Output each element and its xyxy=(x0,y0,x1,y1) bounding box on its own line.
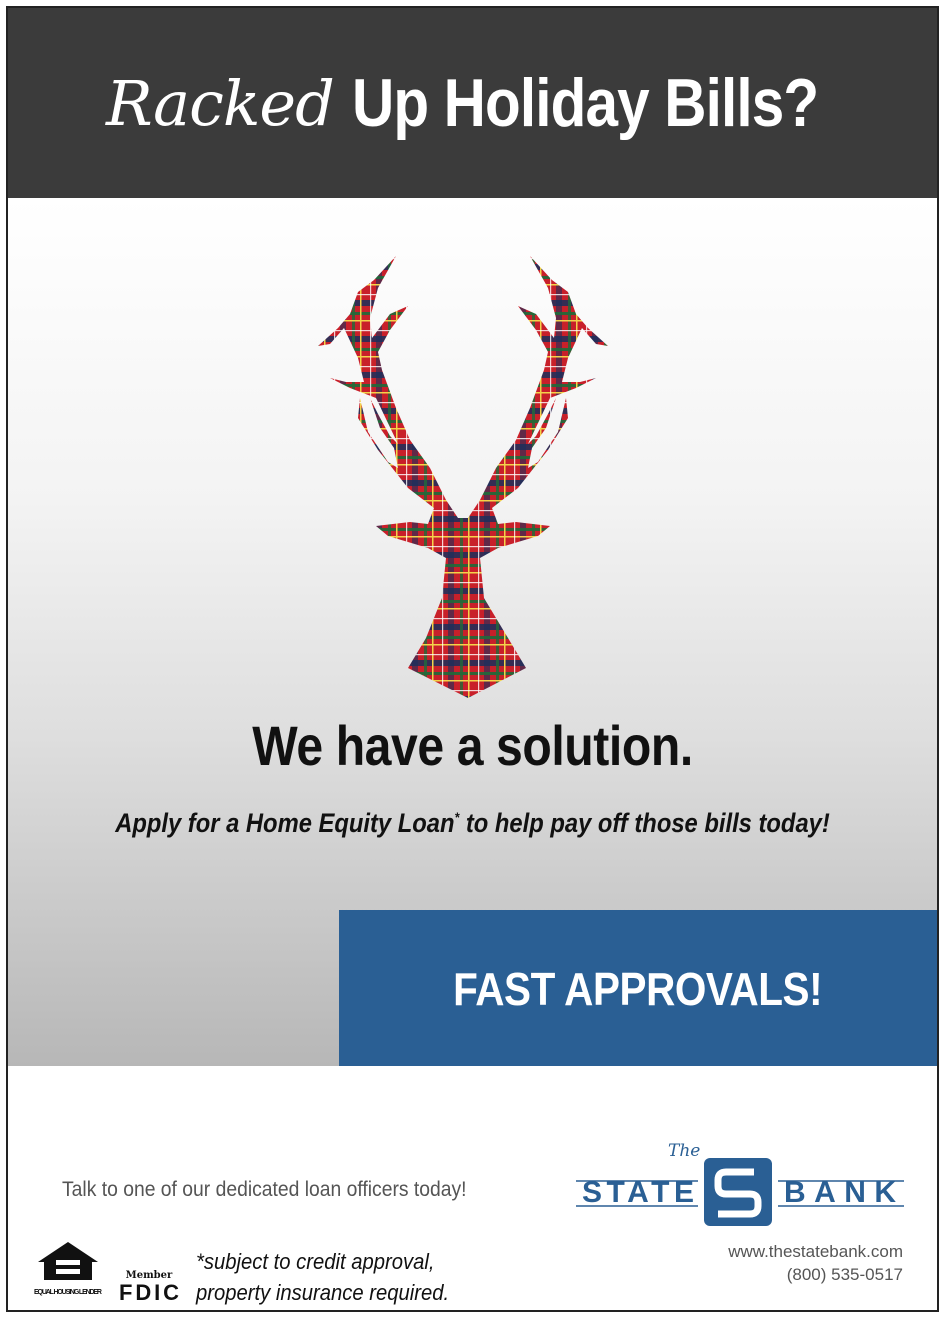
state-bank-logo: The STATE BANK xyxy=(576,1141,904,1226)
disclaimer: *subject to credit approval, property in… xyxy=(196,1246,449,1308)
phone-number[interactable]: (800) 535-0517 xyxy=(728,1263,903,1286)
footer: Talk to one of our dedicated loan office… xyxy=(8,1066,937,1310)
plaid-stag-head-illustration xyxy=(318,256,608,698)
ad-frame: Racked Up Holiday Bills? We have a solut… xyxy=(6,6,939,1312)
logo-the: The xyxy=(668,1141,700,1161)
subline-text: Apply for a Home Equity Loan xyxy=(115,808,455,838)
contact-prompt: Talk to one of our dedicated loan office… xyxy=(62,1178,467,1201)
banner-label: FAST APPROVALS! xyxy=(453,962,823,1015)
title-script: Racked xyxy=(106,66,335,140)
subline-text-end: to help pay off those bills today! xyxy=(459,808,830,838)
hero: We have a solution. Apply for a Home Equ… xyxy=(8,198,937,1067)
disclaimer-line-2: property insurance required. xyxy=(196,1280,450,1305)
fast-approvals-banner: FAST APPROVALS! xyxy=(339,910,937,1067)
logo-state: STATE xyxy=(582,1176,694,1209)
website-link[interactable]: www.thestatebank.com xyxy=(728,1240,903,1263)
equal-housing-lender-icon: EQUAL HOUSING LENDER xyxy=(34,1242,102,1296)
fdic-label: FDIC xyxy=(119,1280,179,1305)
ehl-text: EQUAL HOUSING LENDER xyxy=(34,1289,102,1296)
fdic-member-icon: Member FDIC xyxy=(119,1270,179,1305)
headline: We have a solution. xyxy=(252,714,693,777)
header: Racked Up Holiday Bills? xyxy=(8,8,937,198)
subline: Apply for a Home Equity Loan* to help pa… xyxy=(64,808,882,839)
contact-info: www.thestatebank.com (800) 535-0517 xyxy=(728,1240,903,1286)
title-main: Up Holiday Bills? xyxy=(351,65,819,141)
disclaimer-line-1: *subject to credit approval, xyxy=(196,1249,435,1274)
